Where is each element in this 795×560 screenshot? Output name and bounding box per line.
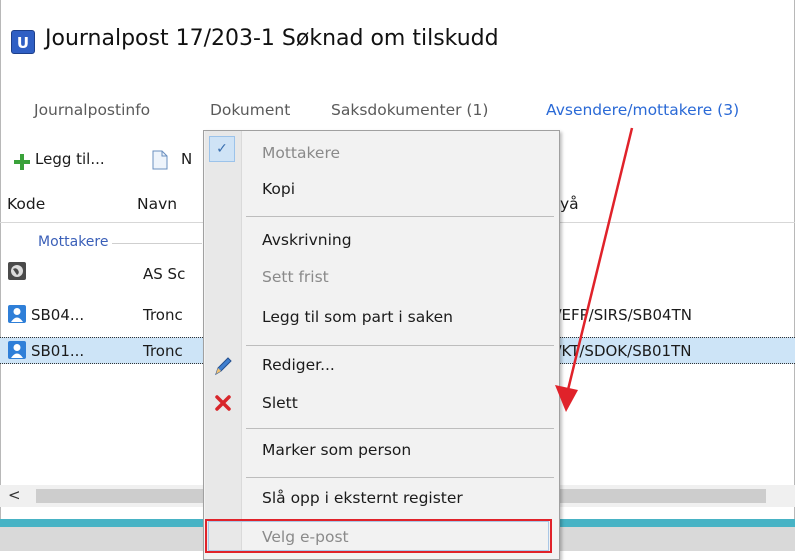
new-button-label[interactable]: N (181, 150, 192, 168)
cell-navn: Tronc (143, 306, 183, 324)
delete-x-icon (215, 395, 231, 411)
scroll-left-arrow[interactable]: < (8, 486, 21, 504)
menu-separator (246, 428, 554, 429)
cell-unit: E/EFP/SIRS/SB04TN (547, 306, 692, 324)
tab-avsendere-mottakere[interactable]: Avsendere/mottakere (3) (546, 101, 739, 119)
new-document-icon[interactable] (152, 150, 168, 170)
menu-separator (246, 345, 554, 346)
menu-item-mottakere[interactable]: Mottakere (262, 144, 340, 162)
column-header-partial[interactable]: yå (560, 195, 579, 213)
cell-navn: AS Sc (143, 265, 186, 283)
cell-kode: SB01... (31, 342, 85, 360)
menu-item-sett-frist[interactable]: Sett frist (262, 268, 329, 286)
globe-icon (8, 262, 26, 280)
menu-item-slett[interactable]: Slett (262, 394, 298, 412)
cell-unit: E/KT/SDOK/SB01TN (547, 342, 692, 360)
add-button[interactable]: Legg til... (35, 150, 105, 168)
check-icon: ✓ (209, 136, 235, 162)
user-icon (8, 341, 26, 359)
menu-item-rediger[interactable]: Rediger... (262, 356, 335, 374)
menu-item-avskrivning[interactable]: Avskrivning (262, 231, 352, 249)
menu-item-kopi[interactable]: Kopi (262, 180, 295, 198)
user-icon (8, 305, 26, 323)
cell-kode: SB04... (31, 306, 85, 324)
menu-item-marker-som-person[interactable]: Marker som person (262, 441, 411, 459)
group-divider (112, 243, 202, 244)
menu-item-sla-opp-eksternt-register[interactable]: Slå opp i eksternt register (262, 489, 463, 507)
context-menu-gutter (205, 131, 242, 551)
column-header-kode[interactable]: Kode (7, 195, 45, 213)
tab-journalpostinfo[interactable]: Journalpostinfo (34, 101, 150, 119)
menu-item-legg-til-som-part[interactable]: Legg til som part i saken (262, 308, 453, 326)
add-icon[interactable] (13, 153, 31, 171)
column-header-navn[interactable]: Navn (137, 195, 177, 213)
menu-separator (246, 216, 554, 217)
pencil-icon (215, 357, 232, 376)
group-label-mottakere: Mottakere (38, 234, 109, 250)
window-title: Journalpost 17/203-1 Søknad om tilskudd (45, 26, 499, 51)
menu-separator (246, 477, 554, 478)
tab-dokument[interactable]: Dokument (210, 101, 290, 119)
tab-saksdokumenter[interactable]: Saksdokumenter (1) (331, 101, 488, 119)
app-icon: U (11, 30, 35, 54)
annotation-highlight-box (205, 519, 552, 553)
cell-navn: Tronc (143, 342, 183, 360)
